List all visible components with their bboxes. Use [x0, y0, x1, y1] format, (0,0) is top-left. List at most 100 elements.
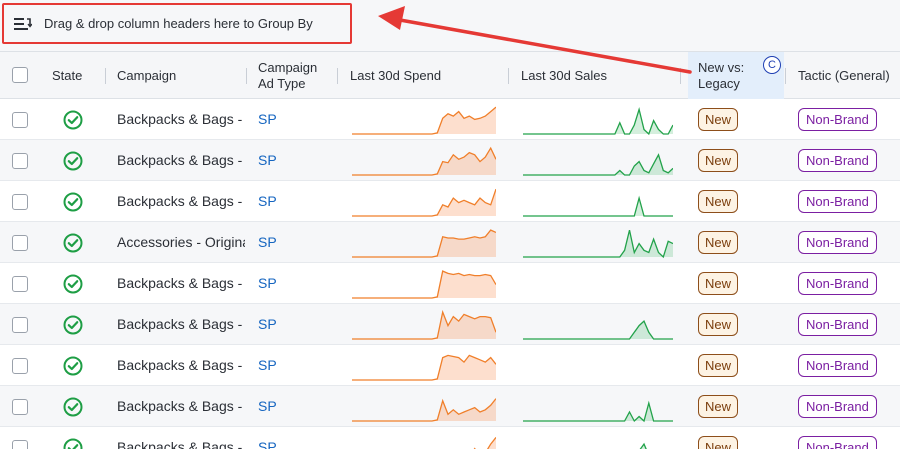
ad-type-link[interactable]: SP	[258, 316, 277, 332]
tactic-tag: Non-Brand	[798, 149, 877, 172]
header-new-line2: Legacy	[698, 75, 740, 91]
spend-sparkline-chart	[352, 146, 497, 176]
header-spend-label: Last 30d Spend	[350, 67, 442, 83]
row-checkbox[interactable]	[12, 276, 28, 292]
header-tactic-general[interactable]: Tactic (General)	[798, 52, 890, 99]
ad-type-link[interactable]: SP	[258, 152, 277, 168]
new-vs-legacy-tag: New	[698, 313, 739, 336]
header-state-label: State	[52, 67, 83, 83]
header-ad-type-line1: Campaign	[258, 59, 318, 75]
new-vs-legacy-tag: New	[698, 190, 739, 213]
new-vs-legacy-tag: New	[698, 395, 739, 418]
spend-sparkline-chart	[352, 398, 497, 422]
status-active-icon	[63, 397, 83, 417]
header-last-30d-sales[interactable]: Last 30d Sales	[521, 52, 607, 99]
ad-type-link[interactable]: SP	[258, 439, 277, 449]
table-row[interactable]: Backpacks & Bags - School SP New Non-Brand	[0, 263, 900, 304]
sales-sparkline-chart	[639, 442, 647, 449]
campaign-name[interactable]: Backpacks & Bags - Kids	[117, 439, 245, 449]
sales-sparkline	[523, 143, 674, 182]
status-active-icon	[63, 110, 83, 130]
column-resize-handle[interactable]	[508, 68, 509, 84]
sales-sparkline	[523, 430, 673, 449]
header-new-line1: New vs:	[698, 59, 745, 75]
table-row[interactable]: Backpacks & Bags - Duffel SP New Non-Brand	[0, 345, 900, 386]
group-by-icon	[14, 17, 32, 31]
row-checkbox[interactable]	[12, 112, 28, 128]
ad-type-link[interactable]: SP	[258, 234, 277, 250]
status-active-icon	[63, 356, 83, 376]
sales-sparkline-chart	[523, 320, 673, 340]
row-checkbox[interactable]	[12, 317, 28, 333]
group-by-hint-text: Drag & drop column headers here to Group…	[44, 16, 313, 31]
sales-sparkline	[523, 102, 674, 141]
campaign-name[interactable]: Backpacks & Bags - Hiking	[117, 316, 245, 332]
group-by-drop-zone[interactable]: Drag & drop column headers here to Group…	[0, 0, 900, 52]
header-new-vs-legacy[interactable]: New vs: Legacy	[698, 52, 744, 99]
campaign-name[interactable]: Accessories - Original	[117, 234, 245, 250]
column-resize-handle[interactable]	[337, 68, 338, 84]
column-resize-handle[interactable]	[246, 68, 247, 84]
campaign-name[interactable]: Backpacks & Bags - School	[117, 275, 245, 291]
ad-type-link[interactable]: SP	[258, 193, 277, 209]
campaign-name[interactable]: Backpacks & Bags - Laptop	[117, 111, 245, 127]
ad-type-link[interactable]: SP	[258, 398, 277, 414]
header-campaign-label: Campaign	[117, 67, 177, 83]
new-vs-legacy-tag: New	[698, 354, 739, 377]
campaign-name[interactable]: Backpacks & Bags - Messenger	[117, 398, 245, 414]
row-checkbox[interactable]	[12, 440, 28, 449]
new-vs-legacy-tag: New	[698, 272, 739, 295]
select-all-checkbox[interactable]	[12, 67, 28, 83]
group-by-highlight-box: Drag & drop column headers here to Group…	[2, 3, 352, 44]
status-active-icon	[63, 151, 83, 171]
sales-sparkline-chart	[523, 195, 673, 217]
ad-type-link[interactable]: SP	[258, 357, 277, 373]
header-ad-type-line2: Ad Type	[258, 75, 306, 91]
status-active-icon	[63, 315, 83, 335]
spend-sparkline-chart	[352, 188, 497, 217]
tactic-tag: Non-Brand	[798, 272, 877, 295]
header-campaign-ad-type[interactable]: Campaign Ad Type	[258, 52, 317, 99]
spend-sparkline	[352, 430, 497, 449]
table-row[interactable]: Backpacks & Bags - Rolling SP New Non-Brand	[0, 140, 900, 181]
header-campaign[interactable]: Campaign	[117, 52, 176, 99]
table-row[interactable]: Backpacks & Bags - Travel SP New Non-Brand	[0, 181, 900, 222]
row-checkbox[interactable]	[12, 358, 28, 374]
spend-sparkline-chart	[352, 106, 497, 135]
table-row[interactable]: Backpacks & Bags - Kids SP New Non-Brand	[0, 427, 900, 449]
spend-sparkline-chart	[352, 270, 497, 299]
campaign-name[interactable]: Backpacks & Bags - Duffel	[117, 357, 245, 373]
campaign-name[interactable]: Backpacks & Bags - Travel	[117, 193, 245, 209]
sales-sparkline	[523, 225, 674, 264]
column-resize-handle[interactable]	[785, 68, 786, 84]
new-vs-legacy-tag: New	[698, 231, 739, 254]
status-active-icon	[63, 438, 83, 449]
row-checkbox[interactable]	[12, 153, 28, 169]
tactic-tag: Non-Brand	[798, 436, 877, 449]
table-row[interactable]: Accessories - Original SP New Non-Brand	[0, 222, 900, 263]
sales-sparkline-chart	[523, 153, 674, 176]
sales-sparkline-chart	[523, 400, 673, 423]
column-resize-handle[interactable]	[680, 68, 681, 84]
spend-sparkline	[352, 389, 497, 428]
header-state[interactable]: State	[52, 52, 82, 99]
row-checkbox[interactable]	[12, 399, 28, 415]
ad-type-link[interactable]: SP	[258, 111, 277, 127]
spend-sparkline-chart	[352, 229, 497, 258]
row-checkbox[interactable]	[12, 235, 28, 251]
tactic-tag: Non-Brand	[798, 231, 877, 254]
header-last-30d-spend[interactable]: Last 30d Spend	[350, 52, 441, 99]
tactic-tag: Non-Brand	[798, 395, 877, 418]
spend-sparkline	[352, 225, 497, 264]
header-sales-label: Last 30d Sales	[521, 67, 608, 83]
row-checkbox[interactable]	[12, 194, 28, 210]
table-row[interactable]: Backpacks & Bags - Hiking SP New Non-Brand	[0, 304, 900, 345]
column-resize-handle[interactable]	[105, 68, 106, 84]
campaign-name[interactable]: Backpacks & Bags - Rolling	[117, 152, 245, 168]
table-row[interactable]: Backpacks & Bags - Messenger SP New Non-Bra…	[0, 386, 900, 427]
table-row[interactable]: Backpacks & Bags - Laptop SP New Non-Brand	[0, 99, 900, 140]
new-vs-legacy-tag: New	[698, 108, 739, 131]
ad-type-link[interactable]: SP	[258, 275, 277, 291]
tactic-tag: Non-Brand	[798, 108, 877, 131]
tactic-tag: Non-Brand	[798, 313, 877, 336]
